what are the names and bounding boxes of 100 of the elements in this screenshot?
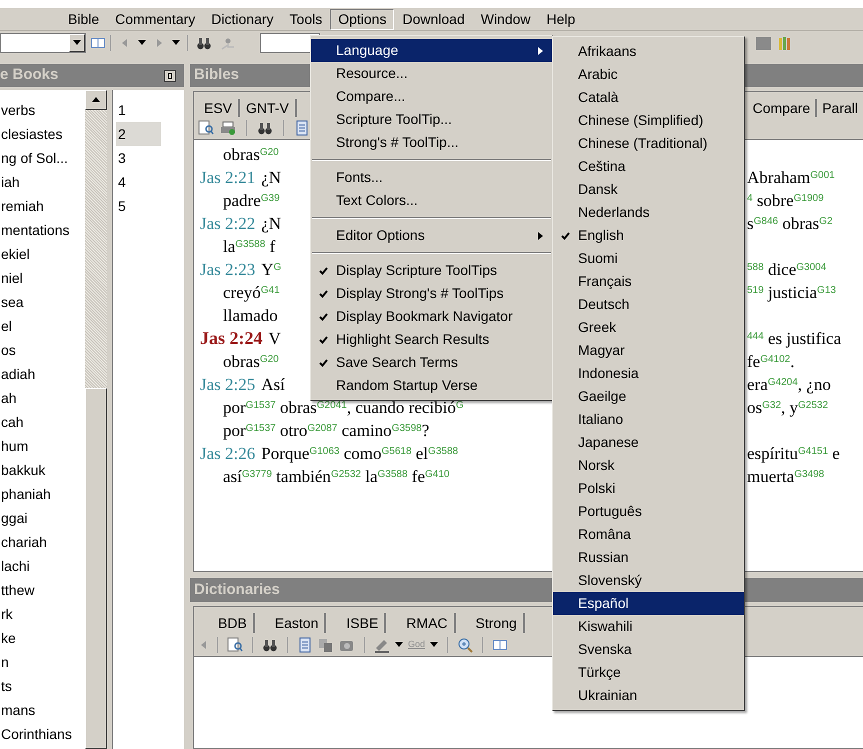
copy-icon[interactable] [318,636,334,652]
book-item[interactable]: ng of Sol... [0,146,85,170]
tab[interactable]: ESV [198,99,240,117]
menu-item[interactable]: Display Bookmark Navigator [311,305,552,328]
menu-item[interactable]: Català [553,86,744,109]
menu-item[interactable]: Random Startup Verse [311,374,552,397]
pin-icon[interactable] [164,70,176,82]
menu-item[interactable]: Strong's # ToolTip... [311,131,552,154]
menu-item[interactable]: Ukrainian [553,684,744,707]
tab[interactable]: Parall [815,99,863,117]
dropdown-button[interactable] [69,34,85,52]
book-item[interactable]: mans [0,698,85,722]
book-icon[interactable] [90,35,106,51]
book-item[interactable]: adiah [0,362,85,386]
menu-item[interactable]: Tools [282,8,330,30]
book-item[interactable]: hum [0,434,85,458]
menu-item[interactable]: Arabic [553,63,744,86]
tab[interactable]: ISBE [340,613,386,633]
chapter-item[interactable]: 3 [116,146,161,170]
menu-item[interactable]: Slovenský [553,569,744,592]
menu-item[interactable]: Türkçe [553,661,744,684]
menu-item[interactable]: English [553,224,744,247]
menu-item[interactable]: Save Search Terms [311,351,552,374]
verse-reference[interactable]: Jas 2:24 [200,327,262,350]
menu-item[interactable]: Window [472,8,539,30]
menu-item[interactable]: Commentary [107,8,204,30]
book-item[interactable]: lachi [0,554,85,578]
book-item[interactable]: el [0,314,85,338]
verse-reference[interactable]: Jas 2:21 [200,166,256,189]
menu-item[interactable]: Fonts... [311,166,552,189]
binoculars-icon[interactable] [257,120,273,136]
book-item[interactable]: cah [0,410,85,434]
book-item[interactable]: iah [0,170,85,194]
menu-item[interactable]: Gaeilge [553,385,744,408]
scroll-thumb[interactable] [85,388,107,749]
menu-item[interactable]: Chinese (Simplified) [553,109,744,132]
combo-box[interactable] [0,33,86,53]
book-item[interactable]: remiah [0,194,85,218]
menu-item[interactable]: Display Strong's # ToolTips [311,282,552,305]
menu-item[interactable]: Nederlands [553,201,744,224]
verse-reference[interactable]: Jas 2:22 [200,212,256,235]
menu-item[interactable]: Bible [60,8,108,30]
zoom-in-icon[interactable] [457,636,474,652]
document-icon[interactable] [297,636,313,652]
menu-item[interactable]: Indonesia [553,362,744,385]
book-item[interactable]: ah [0,386,85,410]
menu-item[interactable]: Help [538,8,584,30]
book-item[interactable]: clesiastes [0,122,85,146]
book-item[interactable]: Corinthians [0,722,85,746]
tab[interactable]: GNT-V [240,99,297,117]
book-item[interactable]: ggai [0,506,85,530]
book-item[interactable]: bakkuk [0,458,85,482]
book-item[interactable]: ke [0,626,85,650]
verse-reference[interactable]: Jas 2:23 [200,258,256,281]
book-item[interactable]: mentations [0,218,85,242]
book-item[interactable]: verbs [0,98,85,122]
book-item[interactable]: chariah [0,530,85,554]
book-item[interactable]: ts [0,674,85,698]
menu-item[interactable]: Russian [553,546,744,569]
tab[interactable]: BDB [212,613,255,633]
menu-item[interactable]: Chinese (Traditional) [553,132,744,155]
book-item[interactable]: phaniah [0,482,85,506]
menu-item[interactable]: Italiano [553,408,744,431]
verse-reference[interactable]: Jas 2:26 [200,442,256,465]
book-item[interactable]: niel [0,266,85,290]
chapter-item[interactable]: 4 [116,170,161,194]
menu-item[interactable]: Text Colors... [311,189,552,212]
menu-item[interactable]: Editor Options [311,224,552,247]
menu-item[interactable]: Polski [553,477,744,500]
chapter-item[interactable]: 2 [116,122,161,146]
menu-item[interactable]: Magyar [553,339,744,362]
tab[interactable]: Easton [268,613,326,633]
menu-item[interactable]: Japanese [553,431,744,454]
menu-item[interactable]: Resource... [311,62,552,85]
menu-item[interactable]: Afrikaans [553,40,744,63]
book-item[interactable]: ekiel [0,242,85,266]
menu-item[interactable]: Compare... [311,85,552,108]
menu-item[interactable]: Options [330,8,394,30]
menu-item[interactable]: Highlight Search Results [311,328,552,351]
menu-item[interactable]: Display Scripture ToolTips [311,259,552,282]
menu-item[interactable]: Français [553,270,744,293]
menu-item[interactable]: Scripture ToolTip... [311,108,552,131]
menu-item[interactable]: Português [553,500,744,523]
page-search-icon[interactable] [227,636,243,652]
tab[interactable]: Compare [748,99,816,117]
menu-item[interactable]: Download [394,8,473,30]
menu-item[interactable]: Dictionary [203,8,282,30]
menu-item[interactable]: Greek [553,316,744,339]
menu-item[interactable]: Româna [553,523,744,546]
menu-item[interactable]: Language [311,39,552,62]
menu-item[interactable]: Suomi [553,247,744,270]
menu-item[interactable]: Deutsch [553,293,744,316]
menu-item[interactable]: Español [553,592,744,615]
book-item[interactable]: rk [0,602,85,626]
menu-item[interactable]: Norsk [553,454,744,477]
page-search-icon[interactable] [198,120,214,136]
chapter-item[interactable]: 1 [116,98,161,122]
book-item[interactable]: n [0,650,85,674]
book-item[interactable]: tthew [0,578,85,602]
menu-item[interactable]: Dansk [553,178,744,201]
